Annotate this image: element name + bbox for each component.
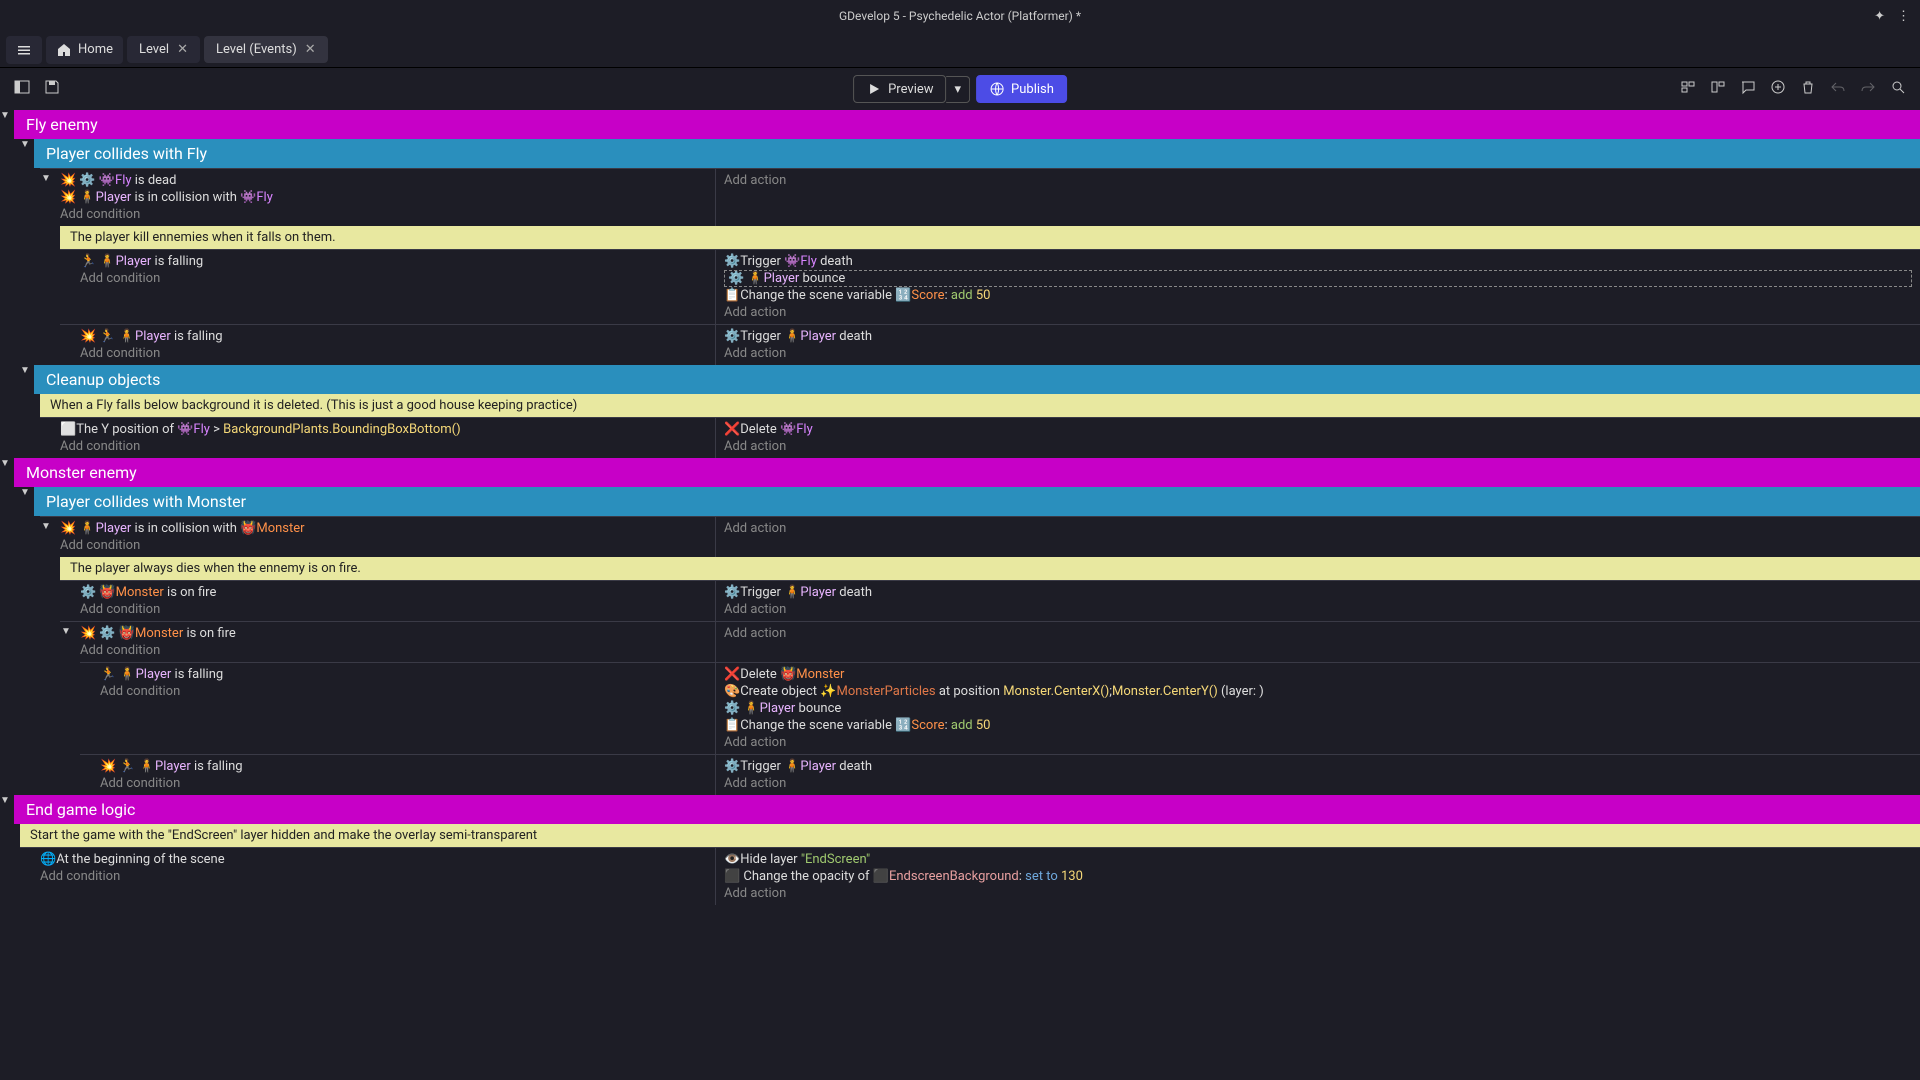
preview-dropdown[interactable]: ▾ [947,76,971,103]
add-condition[interactable]: Add condition [60,537,707,554]
comment-icon[interactable] [1736,75,1760,103]
add-action[interactable]: Add action [724,601,1912,618]
group-end-game-logic[interactable]: End game logic [14,795,1920,824]
add-icon[interactable] [1766,75,1790,103]
collapse-caret[interactable]: ▼ [41,521,55,557]
action-line[interactable]: 👁️Hide layer "EndScreen" [724,851,1912,868]
condition-line[interactable]: 🏃 🧍Player is falling [80,253,707,270]
add-condition[interactable]: Add condition [80,270,707,287]
collapse-caret[interactable]: ▼ [20,487,34,516]
condition-line[interactable]: 💥 ⚙️ 👹Monster is on fire [80,625,707,642]
action-line[interactable]: ⚙️Trigger 🧍Player death [724,328,1912,345]
add-condition[interactable]: Add condition [80,642,707,659]
add-condition[interactable]: Add condition [60,438,707,455]
add-action[interactable]: Add action [724,734,1912,751]
search-icon[interactable] [1886,75,1910,103]
action-line[interactable]: ⚙️ 🧍Player bounce [724,270,1912,287]
condition-line[interactable]: 💥 🧍Player is in collision with 👾Fly [60,189,707,206]
collapse-caret[interactable]: ▼ [0,110,14,139]
group-player-collides-fly[interactable]: Player collides with Fly [34,139,1920,168]
action-line[interactable]: ❌Delete 👹Monster [724,666,1912,683]
add-action[interactable]: Add action [724,520,1912,537]
window-title: GDevelop 5 - Psychedelic Actor (Platform… [839,9,1081,23]
close-icon[interactable]: ✕ [305,42,316,57]
add-action[interactable]: Add action [724,304,1912,321]
tab-level-events[interactable]: Level (Events) ✕ [204,36,328,63]
collapse-caret[interactable]: ▼ [61,626,75,662]
add-action[interactable]: Add action [724,345,1912,362]
action-line[interactable]: ⚙️ 🧍Player bounce [724,700,1912,717]
home-label: Home [78,42,113,57]
action-line[interactable]: ⬛ Change the opacity of ⬛EndscreenBackgr… [724,868,1912,885]
collapse-caret[interactable]: ▼ [41,173,55,226]
add-condition[interactable]: Add condition [40,868,707,885]
add-condition[interactable]: Add condition [100,775,707,792]
menu-icon [16,42,32,58]
trash-icon[interactable] [1796,75,1820,103]
add-condition[interactable]: Add condition [80,601,707,618]
home-tab[interactable]: Home [46,36,123,64]
group-monster-enemy[interactable]: Monster enemy [14,458,1920,487]
redo-icon[interactable] [1856,75,1880,103]
comment[interactable]: The player always dies when the ennemy i… [60,557,1920,580]
tab-level[interactable]: Level ✕ [127,36,200,63]
toolbar-icon-1[interactable] [1676,75,1700,103]
action-line[interactable]: 🎨Create object ✨MonsterParticles at posi… [724,683,1912,700]
action-line[interactable]: ⚙️Trigger 🧍Player death [724,584,1912,601]
action-line[interactable]: ⚙️Trigger 👾Fly death [724,253,1912,270]
group-fly-enemy[interactable]: Fly enemy [14,110,1920,139]
globe-icon [989,81,1005,97]
save-icon[interactable] [40,75,64,103]
panel-left-icon[interactable] [10,75,34,103]
extension-icon[interactable]: ✦ [1874,9,1885,24]
action-line[interactable]: 📋Change the scene variable 🔢Score: add 5… [724,717,1912,734]
add-action[interactable]: Add action [724,625,1912,642]
main-menu-button[interactable] [6,36,42,64]
condition-line[interactable]: 💥 🏃 🧍Player is falling [80,328,707,345]
condition-line[interactable]: 💥 🏃 🧍Player is falling [100,758,707,775]
condition-line[interactable]: 🏃 🧍Player is falling [100,666,707,683]
add-condition[interactable]: Add condition [60,206,707,223]
home-icon [56,42,72,58]
group-cleanup-objects[interactable]: Cleanup objects [34,365,1920,394]
condition-line[interactable]: ⚙️ 👹Monster is on fire [80,584,707,601]
action-line[interactable]: 📋Change the scene variable 🔢Score: add 5… [724,287,1912,304]
add-condition[interactable]: Add condition [100,683,707,700]
condition-line[interactable]: 💥 🧍Player is in collision with 👹Monster [60,520,707,537]
toolbar-icon-2[interactable] [1706,75,1730,103]
collapse-caret[interactable]: ▼ [0,795,14,824]
add-condition[interactable]: Add condition [80,345,707,362]
add-action[interactable]: Add action [724,438,1912,455]
add-action[interactable]: Add action [724,775,1912,792]
more-icon[interactable]: ⋮ [1897,9,1910,24]
comment[interactable]: When a Fly falls below background it is … [40,394,1920,417]
publish-button[interactable]: Publish [976,75,1067,103]
play-icon [866,81,882,97]
undo-icon[interactable] [1826,75,1850,103]
collapse-caret[interactable]: ▼ [0,458,14,487]
add-action[interactable]: Add action [724,172,1912,189]
action-line[interactable]: ⚙️Trigger 🧍Player death [724,758,1912,775]
condition-line[interactable]: 🌐At the beginning of the scene [40,851,707,868]
close-icon[interactable]: ✕ [177,42,188,57]
condition-line[interactable]: 💥 ⚙️ 👾Fly is dead [60,172,707,189]
preview-button[interactable]: Preview [853,75,946,103]
group-player-collides-monster[interactable]: Player collides with Monster [34,487,1920,516]
collapse-caret[interactable]: ▼ [20,139,34,168]
collapse-caret[interactable]: ▼ [20,365,34,394]
condition-line[interactable]: ⬜The Y position of 👾Fly > BackgroundPlan… [60,421,707,438]
comment[interactable]: The player kill ennemies when it falls o… [60,226,1920,249]
add-action[interactable]: Add action [724,885,1912,902]
comment[interactable]: Start the game with the "EndScreen" laye… [20,824,1920,847]
action-line[interactable]: ❌Delete 👾Fly [724,421,1912,438]
